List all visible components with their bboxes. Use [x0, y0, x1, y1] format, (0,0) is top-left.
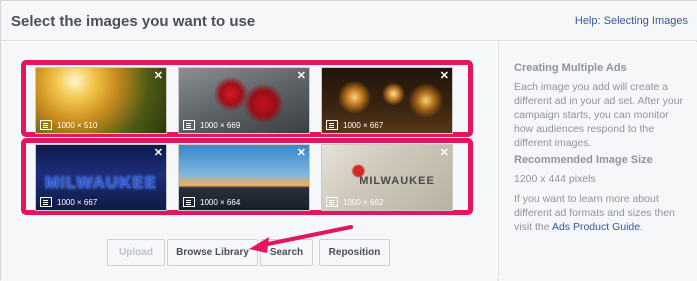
remove-image-icon[interactable]: ✕	[297, 146, 306, 159]
image-dimensions: 1000 × 669	[200, 121, 241, 130]
upload-button[interactable]: Upload	[107, 239, 165, 266]
image-library-icon	[326, 120, 338, 130]
image-thumbnail-4[interactable]: MILWAUKEE 1000 × 667 ✕	[35, 144, 167, 211]
image-library-icon	[40, 120, 52, 130]
help-selecting-images-link[interactable]: Help: Selecting Images	[575, 15, 688, 27]
sidebar: Creating Multiple Ads Each image you add…	[498, 42, 697, 281]
reposition-button[interactable]: Reposition	[319, 239, 390, 266]
image-dimensions: 1000 × 667	[343, 121, 384, 130]
browse-library-button[interactable]: Browse Library	[167, 239, 258, 266]
image-dimensions: 1000 × 662	[343, 198, 384, 207]
image-library-icon	[40, 197, 52, 207]
creating-multiple-ads-text: Each image you add will create a differe…	[514, 81, 684, 149]
remove-image-icon[interactable]: ✕	[154, 69, 163, 82]
image-thumbnail-2[interactable]: 1000 × 669 ✕	[178, 67, 310, 134]
image-dimensions: 1000 × 667	[57, 198, 98, 207]
remove-image-icon[interactable]: ✕	[297, 69, 306, 82]
image-thumbnail-3[interactable]: 1000 × 667 ✕	[321, 67, 453, 134]
remove-image-icon[interactable]: ✕	[440, 146, 449, 159]
image-selection-panel: Select the images you want to use Help: …	[0, 0, 697, 281]
learn-more-text: If you want to learn more about differen…	[514, 192, 686, 234]
creating-multiple-ads-heading: Creating Multiple Ads	[514, 62, 627, 74]
remove-image-icon[interactable]: ✕	[440, 69, 449, 82]
image-thumbnail-1[interactable]: 1000 × 510 ✕	[35, 67, 167, 134]
image-overlay-text: MILWAUKEE	[45, 173, 157, 192]
thumbnail-image	[179, 68, 309, 133]
ads-product-guide-link[interactable]: Ads Product Guide	[552, 221, 640, 233]
recommended-size-value: 1200 x 444 pixels	[514, 173, 596, 185]
thumbnail-image	[36, 68, 166, 133]
remove-image-icon[interactable]: ✕	[154, 146, 163, 159]
image-thumbnail-5[interactable]: 1000 × 664 ✕	[178, 144, 310, 211]
page-title: Select the images you want to use	[11, 13, 256, 30]
image-overlay-text: MILWAUKEE	[359, 175, 435, 187]
image-dimensions: 1000 × 664	[200, 198, 241, 207]
image-library-icon	[183, 120, 195, 130]
image-library-icon	[183, 197, 195, 207]
image-dimensions: 1000 × 510	[57, 121, 98, 130]
thumbnail-image	[179, 145, 309, 210]
thumbnail-image	[322, 68, 452, 133]
learn-more-end: .	[640, 221, 644, 233]
panel-header: Select the images you want to use Help: …	[1, 1, 697, 41]
recommended-size-heading: Recommended Image Size	[514, 154, 653, 166]
image-library-icon	[326, 197, 338, 207]
search-button[interactable]: Search	[260, 239, 313, 266]
image-thumbnail-6[interactable]: MILWAUKEE 1000 × 662 ✕	[321, 144, 453, 211]
